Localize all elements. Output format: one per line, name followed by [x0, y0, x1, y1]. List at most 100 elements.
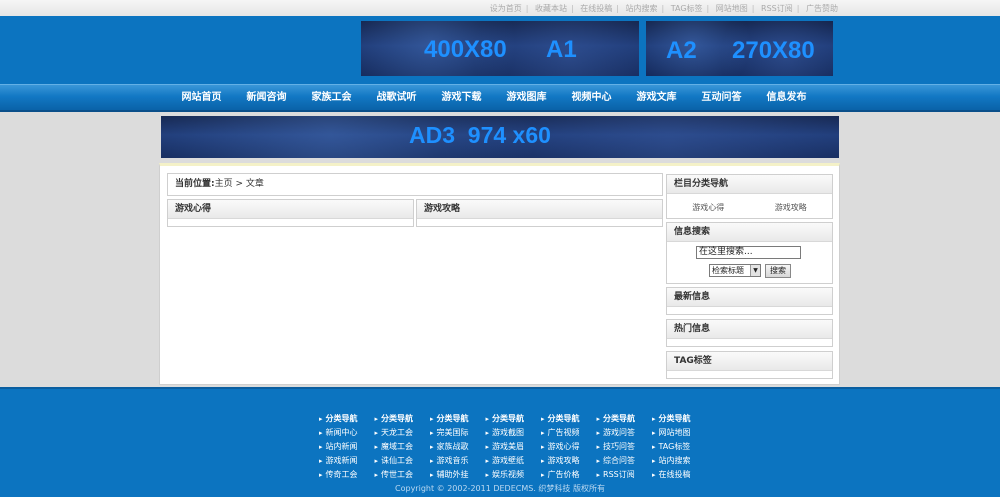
search-button[interactable]: 搜索: [765, 264, 791, 278]
search-type-value: 检索标题: [712, 266, 744, 275]
nav-item-guild[interactable]: 家族工会: [299, 85, 364, 111]
footer-link[interactable]: 家族战歌: [430, 440, 486, 454]
ad-banner-a2[interactable]: A2 270X80: [646, 21, 833, 76]
ad-a1-size: 400X80: [424, 36, 507, 63]
footer-link[interactable]: 广告视频: [541, 426, 597, 440]
footer-link[interactable]: 在线投稿: [652, 468, 708, 482]
footer-link[interactable]: 技巧问答: [597, 440, 653, 454]
top-link-bookmark[interactable]: 收藏本站: [535, 4, 567, 13]
top-link-search[interactable]: 站内搜索: [625, 4, 657, 13]
search-input[interactable]: 在这里搜索...: [696, 246, 801, 259]
copyright: Copyright © 2002-2011 DEDECMS. 织梦科技 版权所有: [395, 484, 605, 493]
nav-item-gallery[interactable]: 游戏图库: [494, 85, 559, 111]
box-game-guides: 游戏攻略: [416, 199, 663, 227]
footer-link[interactable]: 游戏问答: [597, 426, 653, 440]
footer-columns: 分类导航 新闻中心 站内新闻 游戏新闻 传奇工会 分类导航 天龙工会 魔域工会 …: [319, 412, 708, 482]
footer-link[interactable]: 站内搜索: [652, 454, 708, 468]
top-link-tags[interactable]: TAG标签: [671, 4, 703, 13]
top-link-ads[interactable]: 广告赞助: [806, 4, 838, 13]
sidebar-tags-title: TAG标签: [667, 352, 832, 371]
footer-link[interactable]: 完美国际: [430, 426, 486, 440]
footer-column: 分类导航 完美国际 家族战歌 游戏音乐 辅助外挂: [430, 412, 486, 482]
footer-column-heading[interactable]: 分类导航: [430, 412, 486, 426]
footer-link[interactable]: 站内新闻: [319, 440, 375, 454]
sidebar-category-link-tips[interactable]: 游戏心得: [692, 202, 724, 213]
header: 400X80 A1 A2 270X80: [0, 16, 1000, 84]
footer-link[interactable]: 游戏心得: [541, 440, 597, 454]
nav-item-qa[interactable]: 互动问答: [689, 85, 754, 111]
sidebar-category: 栏目分类导航 游戏心得 游戏攻略: [666, 174, 833, 219]
nav-item-songs[interactable]: 战歌试听: [364, 85, 429, 111]
footer-link[interactable]: 游戏截图: [486, 426, 542, 440]
main-content: 当前位置:主页 > 文章 游戏心得 游戏攻略 栏目分类导航 游戏心得 游戏攻略 …: [159, 163, 840, 385]
sidebar-search-title: 信息搜索: [667, 223, 832, 242]
box-game-guides-title[interactable]: 游戏攻略: [417, 200, 662, 219]
ad-a1-name: A1: [546, 36, 577, 63]
footer-link[interactable]: 网站地图: [652, 426, 708, 440]
sidebar-category-title: 栏目分类导航: [667, 175, 832, 194]
sidebar-tags: TAG标签: [666, 351, 833, 379]
footer-column: 分类导航 新闻中心 站内新闻 游戏新闻 传奇工会: [319, 412, 375, 482]
main-nav: 网站首页 新闻咨询 家族工会 战歌试听 游戏下载 游戏图库 视频中心 游戏文库 …: [0, 84, 1000, 112]
footer-link[interactable]: 游戏音乐: [430, 454, 486, 468]
sidebar-hot: 热门信息: [666, 319, 833, 347]
footer: 分类导航 新闻中心 站内新闻 游戏新闻 传奇工会 分类导航 天龙工会 魔域工会 …: [0, 387, 1000, 497]
sidebar-latest: 最新信息: [666, 287, 833, 315]
top-link-set-home[interactable]: 设为首页: [490, 4, 522, 13]
nav-item-video[interactable]: 视频中心: [559, 85, 624, 111]
ad-banner-a1[interactable]: 400X80 A1: [361, 21, 639, 76]
footer-link[interactable]: 天龙工会: [375, 426, 431, 440]
footer-link[interactable]: 传世工会: [375, 468, 431, 482]
footer-column-heading[interactable]: 分类导航: [319, 412, 375, 426]
ad-a3-name: AD3: [409, 122, 456, 148]
box-game-tips: 游戏心得: [167, 199, 414, 227]
top-strip: 设为首页 | 收藏本站 | 在线投稿 | 站内搜索 | TAG标签 | 网站地图 | RSS…: [0, 0, 1000, 16]
footer-link[interactable]: 游戏新闻: [319, 454, 375, 468]
footer-column: 分类导航 游戏截图 游戏美眉 游戏壁纸 娱乐视频: [486, 412, 542, 482]
footer-link[interactable]: 广告价格: [541, 468, 597, 482]
footer-link[interactable]: 传奇工会: [319, 468, 375, 482]
top-link-rss[interactable]: RSS订阅: [761, 4, 793, 13]
nav-item-publish[interactable]: 信息发布: [754, 85, 819, 111]
footer-link[interactable]: 游戏壁纸: [486, 454, 542, 468]
footer-link[interactable]: 魔域工会: [375, 440, 431, 454]
top-link-submit[interactable]: 在线投稿: [580, 4, 612, 13]
footer-link[interactable]: 娱乐视频: [486, 468, 542, 482]
sidebar-hot-title: 热门信息: [667, 320, 832, 339]
breadcrumb-path[interactable]: 主页 > 文章: [215, 179, 264, 189]
box-game-tips-title[interactable]: 游戏心得: [168, 200, 413, 219]
footer-link[interactable]: TAG标签: [652, 440, 708, 454]
top-link-sitemap[interactable]: 网站地图: [716, 4, 748, 13]
footer-column-heading[interactable]: 分类导航: [652, 412, 708, 426]
ad-a3-size: 974 x60: [467, 122, 551, 148]
footer-link[interactable]: 诛仙工会: [375, 454, 431, 468]
footer-link[interactable]: RSS订阅: [597, 468, 653, 482]
sidebar-category-link-guides[interactable]: 游戏攻略: [775, 202, 807, 213]
footer-column: 分类导航 游戏问答 技巧问答 综合问答 RSS订阅: [597, 412, 653, 482]
ad-a2-size: 270X80: [732, 37, 815, 64]
nav-item-home[interactable]: 网站首页: [169, 85, 234, 111]
footer-link[interactable]: 辅助外挂: [430, 468, 486, 482]
footer-column: 分类导航 广告视频 游戏心得 游戏攻略 广告价格: [541, 412, 597, 482]
footer-link[interactable]: 新闻中心: [319, 426, 375, 440]
footer-column-heading[interactable]: 分类导航: [486, 412, 542, 426]
chevron-down-icon: ▼: [750, 265, 760, 276]
footer-column-heading[interactable]: 分类导航: [375, 412, 431, 426]
sidebar-latest-title: 最新信息: [667, 288, 832, 307]
footer-column-heading[interactable]: 分类导航: [597, 412, 653, 426]
top-links: 设为首页 | 收藏本站 | 在线投稿 | 站内搜索 | TAG标签 | 网站地图 | RSS…: [489, 4, 838, 13]
search-type-select[interactable]: 检索标题 ▼: [709, 264, 761, 277]
footer-column-heading[interactable]: 分类导航: [541, 412, 597, 426]
footer-column: 分类导航 天龙工会 魔域工会 诛仙工会 传世工会: [375, 412, 431, 482]
footer-column: 分类导航 网站地图 TAG标签 站内搜索 在线投稿: [652, 412, 708, 482]
footer-link[interactable]: 游戏攻略: [541, 454, 597, 468]
ad-banner-a3[interactable]: AD3 974 x60: [161, 116, 839, 158]
breadcrumb: 当前位置:主页 > 文章: [167, 173, 663, 196]
footer-link[interactable]: 综合问答: [597, 454, 653, 468]
nav-item-library[interactable]: 游戏文库: [624, 85, 689, 111]
nav-item-news[interactable]: 新闻咨询: [234, 85, 299, 111]
breadcrumb-label: 当前位置:: [175, 179, 215, 189]
nav-item-download[interactable]: 游戏下载: [429, 85, 494, 111]
sidebar-search: 信息搜索 在这里搜索... 检索标题 ▼ 搜索: [666, 222, 833, 284]
footer-link[interactable]: 游戏美眉: [486, 440, 542, 454]
